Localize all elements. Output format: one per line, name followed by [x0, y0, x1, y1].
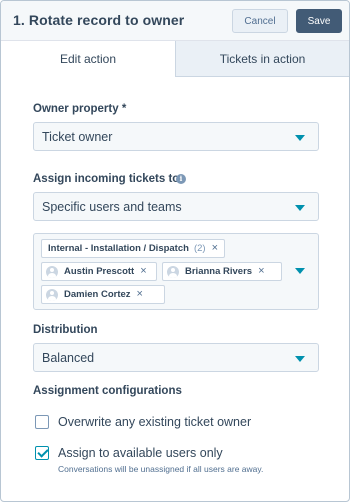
distribution-label: Distribution — [33, 324, 98, 336]
tab-tickets-in-action[interactable]: Tickets in action — [176, 41, 349, 77]
distribution-select[interactable]: Balanced — [33, 343, 319, 372]
owner-property-value: Ticket owner — [42, 130, 113, 144]
assign-to-value: Specific users and teams — [42, 200, 182, 214]
caret-down-icon — [295, 356, 305, 362]
tab-edit-action[interactable]: Edit action — [1, 41, 176, 77]
tab-bar: Edit action Tickets in action — [1, 41, 349, 77]
user-chip: Damien Cortez × — [41, 285, 165, 304]
user-chip: Brianna Rivers × — [162, 262, 282, 281]
available-users-helper: Conversations will be unassigned if all … — [58, 464, 264, 474]
owner-property-select[interactable]: Ticket owner — [33, 122, 319, 151]
panel-title: 1. Rotate record to owner — [13, 12, 185, 28]
action-panel: 1. Rotate record to owner Cancel Save Ed… — [0, 0, 350, 502]
team-chip-count: (2) — [193, 243, 206, 254]
save-button[interactable]: Save — [296, 9, 342, 33]
user-chip-label: Damien Cortez — [64, 289, 131, 300]
caret-down-icon[interactable] — [295, 268, 305, 274]
owner-property-label: Owner property * — [33, 103, 127, 115]
remove-user-icon[interactable]: × — [258, 266, 264, 277]
avatar — [167, 265, 179, 278]
overwrite-owner-checkbox[interactable] — [35, 415, 49, 429]
remove-user-icon[interactable]: × — [137, 289, 143, 300]
cancel-button[interactable]: Cancel — [232, 9, 288, 33]
user-chip-label: Austin Prescott — [64, 266, 135, 277]
panel-header: 1. Rotate record to owner Cancel Save — [1, 1, 349, 41]
assign-to-label: Assign incoming tickets to — [33, 173, 180, 185]
team-chip-label: Internal - Installation / Dispatch — [48, 243, 189, 254]
overwrite-owner-label[interactable]: Overwrite any existing ticket owner — [58, 415, 251, 429]
user-chip: Austin Prescott × — [41, 262, 157, 281]
assign-to-select[interactable]: Specific users and teams — [33, 192, 319, 221]
distribution-value: Balanced — [42, 351, 95, 365]
available-users-checkbox[interactable] — [35, 446, 49, 460]
user-chip-label: Brianna Rivers — [185, 266, 253, 277]
team-chip: Internal - Installation / Dispatch (2) × — [41, 239, 225, 258]
assignees-multiselect[interactable]: Internal - Installation / Dispatch (2) ×… — [33, 233, 319, 310]
remove-user-icon[interactable]: × — [140, 266, 146, 277]
remove-team-icon[interactable]: × — [212, 243, 218, 254]
assignment-config-label: Assignment configurations — [33, 385, 182, 397]
caret-down-icon — [295, 205, 305, 211]
info-icon[interactable]: i — [176, 174, 186, 184]
avatar — [46, 265, 58, 278]
available-users-label[interactable]: Assign to available users only — [58, 446, 223, 460]
caret-down-icon — [295, 135, 305, 141]
avatar — [46, 288, 58, 301]
